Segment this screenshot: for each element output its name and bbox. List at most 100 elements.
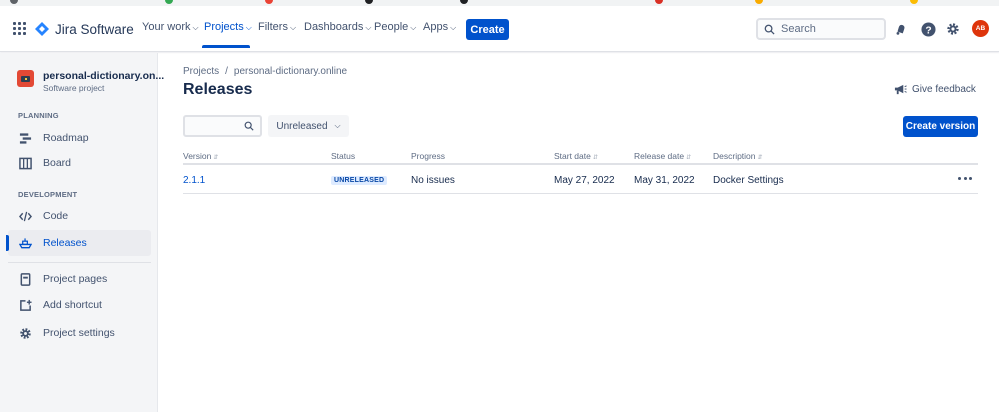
project-avatar[interactable] [17,70,34,87]
chevron-down-icon: ⌵ [410,23,417,32]
sidebar-item-label: Roadmap [43,132,89,144]
sidebar-item-add-shortcut[interactable]: Add shortcut [8,292,151,318]
sidebar-item-label: Code [43,210,69,222]
development-heading: DEVELOPMENT [18,190,78,199]
nav-projects[interactable]: Projects ⌵ [204,21,252,33]
page-title: Releases [183,81,253,98]
sidebar-item-label: Project pages [43,273,108,285]
sidebar-item-project-settings[interactable]: Project settings [8,320,151,346]
give-feedback-button[interactable]: Give feedback [894,83,976,96]
column-label: Description [713,151,756,161]
breadcrumb-project[interactable]: personal-dictionary.online [234,66,347,77]
notifications-icon[interactable] [893,21,909,37]
bookmark-item[interactable] [910,0,922,4]
avatar[interactable]: AB [972,20,989,37]
column-label: Release date [634,151,685,161]
sidebar-item-project-pages[interactable]: Project pages [8,266,151,292]
bookmark-item[interactable] [365,0,377,4]
create-button[interactable]: Create [466,19,509,40]
column-header-version[interactable]: Version ⇵ [183,151,218,161]
chevron-down-icon: ⌵ [245,23,252,32]
column-header-release-date[interactable]: Release date ⇵ [634,151,691,161]
product-name: Jira Software [55,21,134,37]
chevron-down-icon: ⌵ [289,23,297,32]
column-header-description[interactable]: Description ⇵ [713,151,763,161]
chevron-down-icon: ⌵ [192,23,199,32]
bookmark-item[interactable] [755,0,767,4]
bookmark-item[interactable] [655,0,667,4]
bookmark-item[interactable] [460,0,472,4]
version-search-input[interactable] [185,117,243,135]
status-badge: UNRELEASED [331,176,388,185]
table-row-divider [183,193,978,194]
planning-heading: PLANNING [18,111,59,120]
create-version-button[interactable]: Create version [903,116,978,137]
table-header-divider [183,163,978,165]
column-header-progress: Progress [411,151,445,161]
roadmap-icon [18,131,32,145]
nav-label: Projects [204,21,244,33]
column-header-status: Status [331,151,355,161]
project-sidebar: personal-dictionary.on... Software proje… [0,53,164,412]
sidebar-item-label: Board [43,157,72,169]
sidebar-item-roadmap[interactable]: Roadmap [8,125,151,151]
search-input[interactable] [781,23,881,35]
nav-your-work[interactable]: Your work ⌵ [142,21,199,33]
active-nav-indicator [202,45,250,48]
chevron-down-icon: ⌵ [450,23,457,32]
app-switcher-icon[interactable] [13,22,26,35]
code-icon [18,209,32,223]
top-navigation: Jira Software Your work ⌵ Projects ⌵ Filte… [0,6,999,52]
sort-icon: ⇵ [757,155,763,161]
sidebar-item-releases[interactable]: Releases [6,230,151,256]
megaphone-icon [894,84,907,95]
nav-label: Dashboards [304,21,364,33]
chevron-down-icon: ⌵ [365,23,372,32]
nav-label: Apps [423,21,449,33]
version-search-field[interactable] [183,115,262,137]
more-actions-icon[interactable] [956,171,974,185]
column-label: Progress [411,151,446,161]
bookmark-item[interactable] [265,0,277,4]
add-shortcut-icon [18,298,32,312]
column-label: Version [183,151,212,161]
gear-icon[interactable] [945,21,961,37]
releases-icon [18,236,32,250]
breadcrumb: Projects / personal-dictionary.online [183,66,347,77]
project-name[interactable]: personal-dictionary.on... [43,70,164,82]
nav-label: People [374,21,409,33]
status-filter-value: Unreleased [276,120,328,132]
nav-label: Your work [142,21,191,33]
jira-logo[interactable]: Jira Software [34,19,134,39]
sidebar-item-board[interactable]: Board [8,150,151,176]
sidebar-item-code[interactable]: Code [8,203,151,229]
sort-icon: ⇵ [213,155,219,161]
chevron-down-icon: ⌵ [334,121,341,130]
nav-filters[interactable]: Filters ⌵ [258,21,296,33]
sidebar-divider [8,262,151,263]
column-header-start-date[interactable]: Start date ⇵ [554,151,598,161]
sidebar-item-label: Project settings [43,327,115,339]
nav-dashboards[interactable]: Dashboards ⌵ [304,21,371,33]
sidebar-item-label: Releases [43,237,87,249]
breadcrumb-projects[interactable]: Projects [183,66,219,77]
release-date-cell: May 31, 2022 [634,175,695,186]
help-icon[interactable]: ? [920,21,936,37]
version-link[interactable]: 2.1.1 [183,175,205,186]
nav-label: Filters [258,21,288,33]
jira-logo-icon [35,22,49,36]
gear-icon [18,326,32,340]
nav-apps[interactable]: Apps ⌵ [423,21,456,33]
status-filter-dropdown[interactable]: Unreleased ⌵ [268,115,349,137]
bookmark-item[interactable] [165,0,177,4]
page-icon [18,272,32,286]
board-icon [18,156,32,170]
search-field[interactable] [756,18,886,40]
bookmark-item[interactable] [10,0,22,4]
description-cell: Docker Settings [713,175,784,186]
breadcrumb-separator: / [225,66,228,77]
progress-cell: No issues [411,175,455,186]
start-date-cell: May 27, 2022 [554,175,615,186]
nav-people[interactable]: People ⌵ [374,21,416,33]
search-icon [244,121,254,131]
